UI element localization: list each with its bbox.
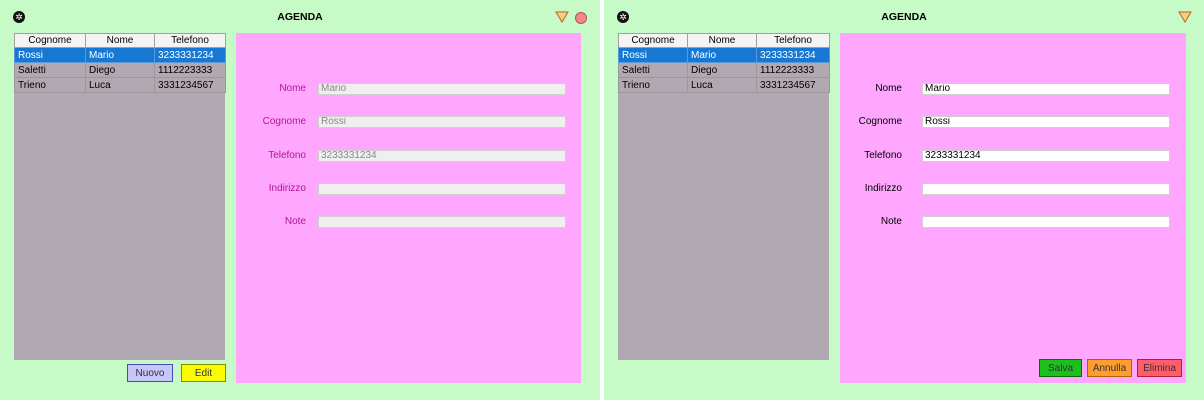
label-telefono: Telefono (268, 150, 306, 161)
cell-telefono: 3233331234 (154, 47, 226, 63)
column-header-cognome[interactable]: Cognome (618, 33, 688, 48)
nome-field[interactable]: Mario (922, 83, 1170, 95)
table-row[interactable]: Trieno Luca 3331234567 (618, 77, 830, 93)
table-row[interactable]: Rossi Mario 3233331234 (14, 47, 226, 63)
label-note: Note (284, 216, 306, 227)
column-header-nome[interactable]: Nome (85, 33, 155, 48)
elimina-button[interactable]: Elimina (1137, 359, 1182, 377)
label-indirizzo: Indirizzo (864, 183, 902, 194)
cell-nome: Diego (687, 62, 757, 78)
column-header-telefono[interactable]: Telefono (756, 33, 830, 48)
window-title: AGENDA (277, 11, 323, 23)
indirizzo-field[interactable] (922, 183, 1170, 195)
contacts-table-panel: Cognome Nome Telefono Rossi Mario 323333… (618, 33, 830, 360)
note-field[interactable] (922, 216, 1170, 228)
indirizzo-field[interactable] (318, 183, 566, 195)
agenda-window-edit: ✲ AGENDA Cognome Nome Telefono Rossi Mar… (604, 0, 1204, 400)
nome-field[interactable]: Mario (318, 83, 566, 95)
triangle-down-icon[interactable] (1178, 11, 1192, 23)
table-row[interactable]: Rossi Mario 3233331234 (618, 47, 830, 63)
close-icon[interactable] (575, 12, 587, 24)
label-cognome: Cognome (858, 116, 902, 127)
cell-telefono: 3331234567 (756, 77, 830, 93)
cell-cognome: Saletti (14, 62, 86, 78)
cognome-field[interactable]: Rossi (922, 116, 1170, 128)
cognome-field[interactable]: Rossi (318, 116, 566, 128)
label-cognome: Cognome (262, 116, 306, 127)
cell-cognome: Saletti (618, 62, 688, 78)
column-header-cognome[interactable]: Cognome (14, 33, 86, 48)
contacts-table-panel: Cognome Nome Telefono Rossi Mario 323333… (14, 33, 226, 360)
triangle-down-icon[interactable] (555, 11, 569, 23)
agenda-window-view: ✲ AGENDA Cognome Nome Telefono Rossi Mar… (0, 0, 600, 400)
cell-cognome: Trieno (618, 77, 688, 93)
cell-telefono: 3233331234 (756, 47, 830, 63)
label-nome: Nome (279, 83, 306, 94)
cell-cognome: Rossi (14, 47, 86, 63)
label-note: Note (880, 216, 902, 227)
window-title: AGENDA (881, 11, 927, 23)
nuovo-button[interactable]: Nuovo (127, 364, 173, 382)
annulla-button[interactable]: Annulla (1087, 359, 1132, 377)
note-field[interactable] (318, 216, 566, 228)
cell-nome: Mario (687, 47, 757, 63)
label-nome: Nome (875, 83, 902, 94)
cell-cognome: Rossi (618, 47, 688, 63)
contact-detail-form: Nome Mario Cognome Rossi Telefono 323333… (236, 33, 581, 383)
table-row[interactable]: Saletti Diego 1112223333 (618, 62, 830, 78)
salva-button[interactable]: Salva (1039, 359, 1082, 377)
table-row[interactable]: Trieno Luca 3331234567 (14, 77, 226, 93)
label-telefono: Telefono (864, 150, 902, 161)
cell-nome: Diego (85, 62, 155, 78)
contact-detail-form: Nome Mario Cognome Rossi Telefono 323333… (840, 33, 1186, 383)
edit-button[interactable]: Edit (181, 364, 226, 382)
contacts-table: Cognome Nome Telefono Rossi Mario 323333… (14, 33, 226, 93)
column-header-telefono[interactable]: Telefono (154, 33, 226, 48)
cell-telefono: 1112223333 (756, 62, 830, 78)
cell-telefono: 3331234567 (154, 77, 226, 93)
contacts-table: Cognome Nome Telefono Rossi Mario 323333… (618, 33, 830, 93)
cell-nome: Mario (85, 47, 155, 63)
telefono-field[interactable]: 3233331234 (318, 150, 566, 162)
column-header-nome[interactable]: Nome (687, 33, 757, 48)
cell-telefono: 1112223333 (154, 62, 226, 78)
cell-cognome: Trieno (14, 77, 86, 93)
table-row[interactable]: Saletti Diego 1112223333 (14, 62, 226, 78)
telefono-field[interactable]: 3233331234 (922, 150, 1170, 162)
label-indirizzo: Indirizzo (268, 183, 306, 194)
cell-nome: Luca (687, 77, 757, 93)
cell-nome: Luca (85, 77, 155, 93)
